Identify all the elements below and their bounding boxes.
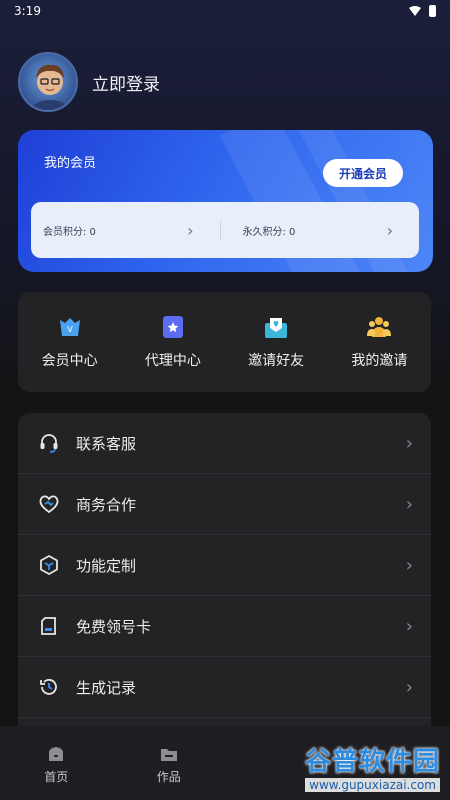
chevron-right-icon: › xyxy=(405,554,413,576)
menu-item-feature-customization[interactable]: 功能定制 › xyxy=(18,535,431,596)
member-points-item[interactable]: 会员积分: 0 › xyxy=(31,202,220,258)
open-membership-button[interactable]: 开通会员 xyxy=(323,159,403,187)
permanent-points-item[interactable]: 永久积分: 0 › xyxy=(219,220,420,240)
chevron-right-icon: › xyxy=(405,615,413,637)
quick-action-member-center[interactable]: V 会员中心 xyxy=(25,314,115,370)
quick-action-my-invites[interactable]: 我的邀请 xyxy=(334,314,424,370)
menu-item-contact-support[interactable]: 联系客服 › xyxy=(18,413,431,474)
tab-works[interactable]: 作品 xyxy=(129,744,209,785)
folder-icon xyxy=(160,749,177,761)
menu-item-label: 生成记录 xyxy=(76,678,137,697)
tab-label: 作品 xyxy=(156,770,181,784)
profile-header[interactable]: 立即登录 xyxy=(18,52,160,112)
menu-item-label: 免费领号卡 xyxy=(76,617,152,636)
people-icon xyxy=(366,314,392,340)
menu-item-business-cooperation[interactable]: 商务合作 › xyxy=(18,474,431,535)
tab-label: 首页 xyxy=(44,770,69,784)
cube-icon xyxy=(38,554,60,576)
quick-action-label: 邀请好友 xyxy=(248,353,305,369)
svg-text:V: V xyxy=(67,325,73,334)
home-icon xyxy=(49,747,64,761)
login-link[interactable]: 立即登录 xyxy=(92,70,160,95)
permanent-points-label: 永久积分: 0 xyxy=(242,226,296,238)
menu-item-free-sim-card[interactable]: 免费领号卡 › xyxy=(18,596,431,657)
points-panel: 会员积分: 0 › 永久积分: 0 › xyxy=(31,202,419,258)
menu-item-label: 功能定制 xyxy=(76,556,137,575)
watermark-url: www.gupuxiazai.com xyxy=(305,777,440,792)
menu-list: 联系客服 › 商务合作 › 功能定制 › 免费领号卡 › 生成记录 › xyxy=(18,413,431,743)
menu-item-generation-history[interactable]: 生成记录 › xyxy=(18,657,431,718)
avatar[interactable] xyxy=(18,52,78,112)
heart-envelope-icon xyxy=(263,314,289,340)
avatar-illustration xyxy=(30,64,70,110)
status-bar: 3:19 xyxy=(0,0,450,22)
chevron-right-icon: › xyxy=(405,432,413,454)
crown-badge-icon: V xyxy=(57,314,83,340)
battery-icon xyxy=(429,5,436,17)
quick-action-label: 会员中心 xyxy=(41,353,98,369)
headset-icon xyxy=(38,432,60,454)
chevron-right-icon: › xyxy=(405,676,413,698)
tab-home[interactable]: 首页 xyxy=(16,744,96,785)
watermark: 谷普软件园 www.gupuxiazai.com xyxy=(240,736,440,796)
quick-action-agent-center[interactable]: 代理中心 xyxy=(128,314,218,370)
chevron-right-icon: › xyxy=(386,220,393,240)
wifi-icon xyxy=(409,6,421,16)
quick-action-label: 代理中心 xyxy=(144,353,201,369)
status-time: 3:19 xyxy=(14,4,41,18)
chevron-right-icon: › xyxy=(405,493,413,515)
history-icon xyxy=(38,676,60,698)
member-points-label: 会员积分: 0 xyxy=(43,226,96,238)
menu-item-label: 商务合作 xyxy=(76,495,137,514)
member-title: 我的会员 xyxy=(44,156,97,171)
handshake-heart-icon xyxy=(38,493,60,515)
member-card: 我的会员 开通会员 会员积分: 0 › 永久积分: 0 › xyxy=(18,130,433,272)
quick-actions-panel: V 会员中心 代理中心 邀请好友 我的邀请 xyxy=(18,292,431,392)
menu-item-label: 联系客服 xyxy=(76,434,137,453)
chevron-right-icon: › xyxy=(187,220,194,240)
quick-action-invite-friends[interactable]: 邀请好友 xyxy=(231,314,321,370)
star-card-icon xyxy=(160,314,186,340)
status-icons xyxy=(409,5,436,17)
sim-card-icon xyxy=(38,615,60,637)
watermark-brand: 谷普软件园 xyxy=(304,746,440,777)
quick-action-label: 我的邀请 xyxy=(351,353,408,369)
